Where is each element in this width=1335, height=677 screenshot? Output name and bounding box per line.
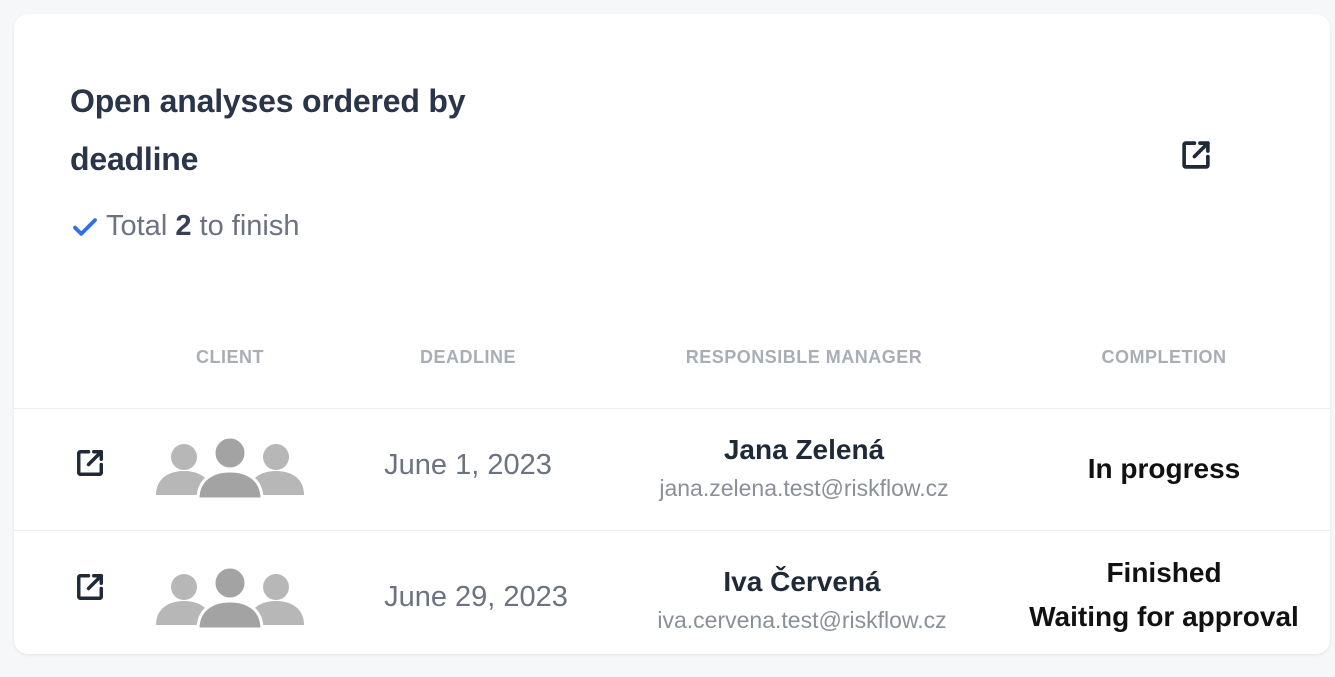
manager-name: Iva Červená	[723, 566, 881, 597]
open-in-new-icon[interactable]	[1177, 136, 1215, 174]
completion-cell: In progress	[1004, 447, 1324, 491]
manager-cell: Jana Zelená jana.zelena.test@riskflow.cz	[604, 433, 1004, 505]
summary-line: Total 2 to finish	[70, 210, 299, 243]
summary-suffix: to finish	[191, 210, 300, 242]
table-row: June 29, 2023 Iva Červená iva.cervena.te…	[14, 530, 1330, 654]
manager-email: jana.zelena.test@riskflow.cz	[659, 475, 949, 501]
summary-count: 2	[175, 210, 192, 242]
client-group-icon	[154, 565, 306, 631]
column-header-responsible-manager: RESPONSIBLE MANAGER	[685, 347, 923, 367]
completion-substatus: Waiting for approval	[1029, 601, 1299, 632]
completion-status: Finished	[1106, 557, 1222, 588]
manager-email: iva.cervena.test@riskflow.cz	[657, 607, 947, 633]
client-group-icon	[154, 435, 306, 501]
manager-cell: Iva Červená iva.cervena.test@riskflow.cz	[602, 565, 1002, 637]
deadline-cell: June 29, 2023	[384, 581, 568, 613]
completion-status: In progress	[1087, 453, 1241, 484]
completion-cell: Finished Waiting for approval	[1004, 551, 1324, 639]
card-title: Open analyses ordered by deadline	[70, 83, 466, 177]
column-header-deadline: DEADLINE	[419, 347, 516, 367]
analyses-card: Open analyses ordered by deadline Total …	[14, 14, 1330, 654]
open-in-new-icon[interactable]	[72, 445, 108, 481]
column-header-completion: COMPLETION	[1101, 347, 1227, 367]
open-in-new-icon[interactable]	[72, 569, 108, 605]
summary-prefix: Total	[106, 210, 176, 242]
checkmark-icon	[70, 212, 100, 242]
column-header-client: CLIENT	[196, 347, 264, 367]
manager-name: Jana Zelená	[723, 434, 885, 465]
table-row: June 1, 2023 Jana Zelená jana.zelena.tes…	[14, 408, 1330, 531]
deadline-cell: June 1, 2023	[384, 449, 552, 481]
